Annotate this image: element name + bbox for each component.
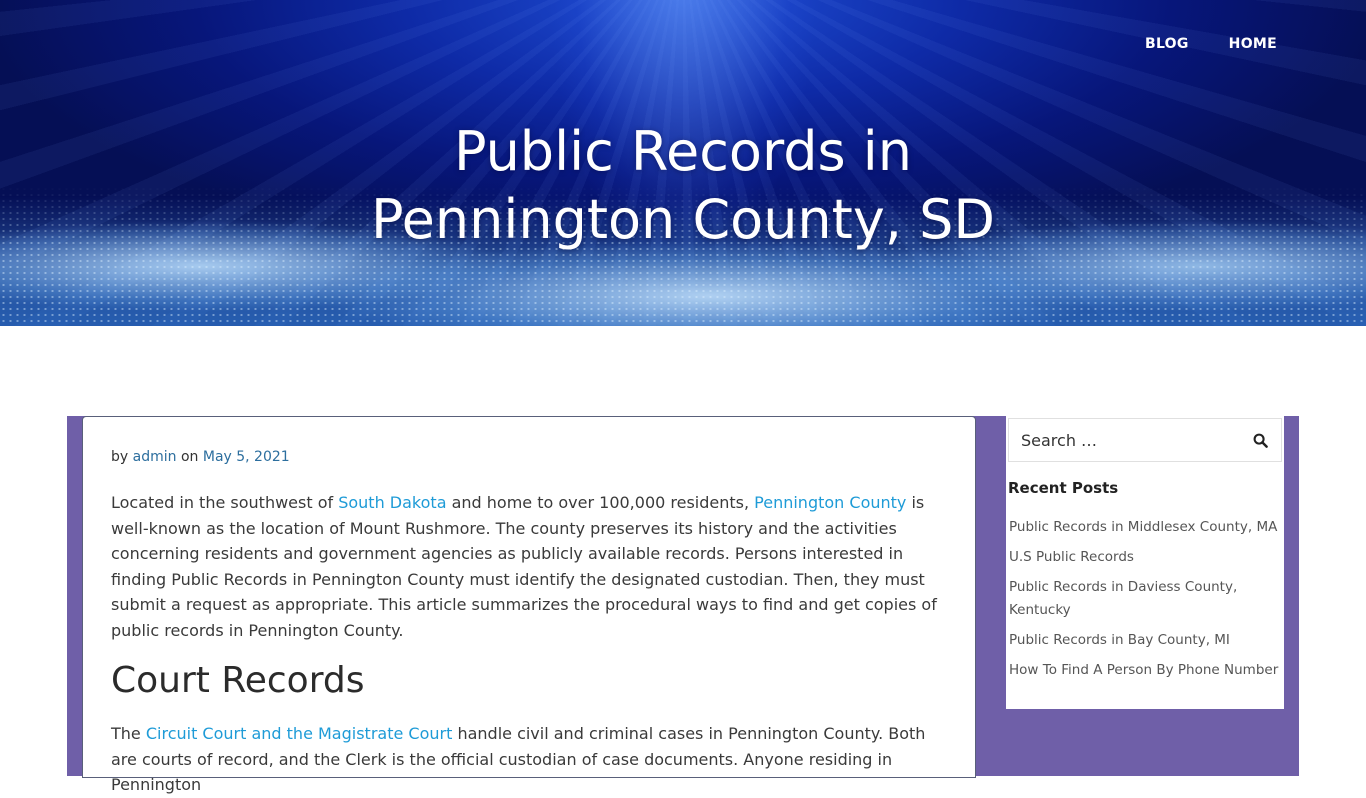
list-item: Public Records in Middlesex County, MA [1009,516,1283,539]
circuit-court-link[interactable]: Circuit Court and the Magistrate Court [146,724,453,743]
court-text-1: The [111,724,146,743]
nav-blog-link[interactable]: BLOG [1145,36,1189,52]
meta-on: on [180,449,199,465]
list-item: How To Find A Person By Phone Number [1009,659,1283,682]
post-meta: by admin on May 5, 2021 [111,449,290,465]
intro-text-1: Located in the southwest of [111,493,339,512]
search-form [1008,418,1282,462]
court-paragraph: The Circuit Court and the Magistrate Cou… [111,721,947,798]
recent-post-link[interactable]: U.S Public Records [1009,549,1134,565]
search-input[interactable] [1009,419,1239,461]
main-nav: BLOG HOME [1145,36,1277,52]
search-button[interactable] [1239,419,1281,461]
intro-text-2: and home to over 100,000 residents, [446,493,755,512]
recent-posts-heading: Recent Posts [1008,479,1119,497]
post-date-link[interactable]: May 5, 2021 [203,449,290,465]
hero-banner: BLOG HOME Public Records in Pennington C… [0,0,1366,326]
recent-post-link[interactable]: Public Records in Middlesex County, MA [1009,519,1277,535]
recent-posts-list: Public Records in Middlesex County, MA U… [1009,516,1283,689]
recent-post-link[interactable]: Public Records in Daviess County, Kentuc… [1009,579,1237,618]
recent-post-link[interactable]: How To Find A Person By Phone Number [1009,662,1278,678]
nav-home-link[interactable]: HOME [1229,36,1277,52]
intro-paragraph: Located in the southwest of South Dakota… [111,490,947,644]
meta-by: by [111,449,129,465]
intro-text-3: is well-known as the location of Mount R… [111,493,937,640]
page-title: Public Records in Pennington County, SD [283,118,1083,254]
list-item: Public Records in Daviess County, Kentuc… [1009,576,1283,622]
list-item: Public Records in Bay County, MI [1009,629,1283,652]
author-link[interactable]: admin [133,449,177,465]
page-title-line-2: Pennington County, SD [371,188,995,251]
recent-post-link[interactable]: Public Records in Bay County, MI [1009,632,1230,648]
court-records-heading: Court Records [111,660,365,701]
south-dakota-link[interactable]: South Dakota [338,493,446,512]
pennington-county-link[interactable]: Pennington County [754,493,906,512]
list-item: U.S Public Records [1009,546,1283,569]
search-icon [1253,433,1268,448]
page-title-line-1: Public Records in [453,120,913,183]
